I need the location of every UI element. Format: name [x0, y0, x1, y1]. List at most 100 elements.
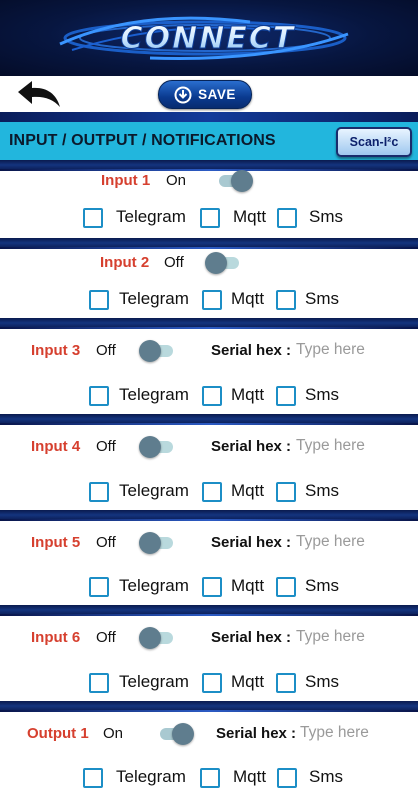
input-4-serial-input[interactable]: [296, 436, 416, 456]
output-1-mqtt-label: Mqtt: [233, 767, 267, 786]
input-5-telegram-label: Telegram: [119, 576, 189, 595]
input-5-state-text: Off: [96, 534, 116, 551]
row-divider: [0, 238, 418, 249]
input-1-mqtt-label: Mqtt: [233, 207, 267, 226]
input-6-telegram-label: Telegram: [119, 672, 189, 691]
input-3-label: Input 3: [31, 342, 81, 359]
input-3-sms-checkbox[interactable]: [276, 386, 296, 406]
input-5-sms-label: Sms: [305, 576, 339, 595]
input-3-telegram-label: Telegram: [119, 385, 189, 404]
output-1-serial-input[interactable]: [300, 723, 418, 743]
input-4-serial-label: Serial hex :: [211, 438, 292, 455]
input-2-toggle[interactable]: [205, 251, 242, 275]
row-divider: [0, 701, 418, 712]
input-6-mqtt-label: Mqtt: [231, 672, 265, 691]
input-2-mqtt-label: Mqtt: [231, 289, 265, 308]
row-divider: [0, 605, 418, 616]
input-6-sms-checkbox[interactable]: [276, 673, 296, 693]
input-3-telegram-checkbox[interactable]: [89, 386, 109, 406]
input-4-mqtt-label: Mqtt: [231, 481, 265, 500]
input-4-mqtt-checkbox[interactable]: [202, 482, 222, 502]
output-1-mqtt-checkbox[interactable]: [200, 768, 220, 788]
input-6-serial-input[interactable]: [296, 627, 416, 647]
output-1-state-text: On: [103, 725, 124, 742]
row-divider: [0, 160, 418, 171]
back-button[interactable]: [16, 79, 64, 109]
header-divider: [0, 112, 418, 122]
row-divider: [0, 318, 418, 329]
input-5-mqtt-label: Mqtt: [231, 576, 265, 595]
input-5-telegram-checkbox[interactable]: [89, 577, 109, 597]
download-icon: [174, 86, 192, 103]
input-2-sms-label: Sms: [305, 289, 339, 308]
input-4-toggle[interactable]: [139, 435, 176, 459]
logo-text: CONNECT: [121, 21, 296, 56]
input-6-toggle[interactable]: [139, 626, 176, 650]
input-2-sms-checkbox[interactable]: [276, 290, 296, 310]
output-1-sms-checkbox[interactable]: [277, 768, 297, 788]
output-1-sms-label: Sms: [309, 767, 343, 786]
input-5-serial-input[interactable]: [296, 532, 416, 552]
input-3-mqtt-label: Mqtt: [231, 385, 265, 404]
input-1-sms-label: Sms: [309, 207, 343, 226]
input-5-label: Input 5: [31, 534, 81, 551]
logo-swoosh-graphic: CONNECT: [59, 16, 349, 60]
input-1-telegram-label: Telegram: [116, 207, 186, 226]
input-1-telegram-checkbox[interactable]: [83, 208, 103, 228]
input-2-label: Input 2: [100, 254, 150, 271]
input-6-serial-label: Serial hex :: [211, 629, 292, 646]
toggle-knob: [205, 252, 227, 274]
logo-banner: CONNECT: [0, 0, 418, 76]
input-4-label: Input 4: [31, 438, 81, 455]
toolbar: SAVE: [0, 76, 418, 112]
input-6-state-text: Off: [96, 629, 116, 646]
input-4-telegram-label: Telegram: [119, 481, 189, 500]
input-3-serial-input[interactable]: [296, 340, 416, 360]
scan-i2c-button[interactable]: Scan-I²c: [336, 127, 412, 157]
toggle-knob: [172, 723, 194, 745]
input-2-mqtt-checkbox[interactable]: [202, 290, 222, 310]
input-1-label: Input 1: [101, 172, 151, 189]
input-3-mqtt-checkbox[interactable]: [202, 386, 222, 406]
output-1-telegram-checkbox[interactable]: [83, 768, 103, 788]
page-title: INPUT / OUTPUT / NOTIFICATIONS: [9, 132, 276, 149]
toggle-knob: [231, 170, 253, 192]
input-6-label: Input 6: [31, 629, 81, 646]
back-arrow-icon: [18, 81, 60, 107]
toggle-knob: [139, 436, 161, 458]
output-1-toggle[interactable]: [157, 722, 194, 746]
input-1-sms-checkbox[interactable]: [277, 208, 297, 228]
input-5-serial-label: Serial hex :: [211, 534, 292, 551]
input-4-sms-checkbox[interactable]: [276, 482, 296, 502]
toggle-knob: [139, 532, 161, 554]
input-3-sms-label: Sms: [305, 385, 339, 404]
input-5-sms-checkbox[interactable]: [276, 577, 296, 597]
input-3-toggle[interactable]: [139, 339, 176, 363]
input-4-state-text: Off: [96, 438, 116, 455]
input-6-sms-label: Sms: [305, 672, 339, 691]
input-6-telegram-checkbox[interactable]: [89, 673, 109, 693]
input-2-state-text: Off: [164, 254, 184, 271]
save-button-label: SAVE: [198, 87, 236, 102]
input-3-serial-label: Serial hex :: [211, 342, 292, 359]
output-1-telegram-label: Telegram: [116, 767, 186, 786]
input-2-telegram-label: Telegram: [119, 289, 189, 308]
input-3-state-text: Off: [96, 342, 116, 359]
section-title-bar: INPUT / OUTPUT / NOTIFICATIONS Scan-I²c: [0, 122, 418, 160]
input-1-mqtt-checkbox[interactable]: [200, 208, 220, 228]
input-5-toggle[interactable]: [139, 531, 176, 555]
output-1-serial-label: Serial hex :: [216, 725, 297, 742]
input-1-state-text: On: [166, 172, 187, 189]
input-4-sms-label: Sms: [305, 481, 339, 500]
toggle-knob: [139, 627, 161, 649]
row-divider: [0, 414, 418, 425]
input-4-telegram-checkbox[interactable]: [89, 482, 109, 502]
toggle-knob: [139, 340, 161, 362]
output-1-label: Output 1: [27, 725, 89, 742]
input-2-telegram-checkbox[interactable]: [89, 290, 109, 310]
save-button[interactable]: SAVE: [158, 80, 252, 109]
input-5-mqtt-checkbox[interactable]: [202, 577, 222, 597]
input-1-toggle[interactable]: [216, 169, 253, 193]
row-divider: [0, 510, 418, 521]
input-6-mqtt-checkbox[interactable]: [202, 673, 222, 693]
